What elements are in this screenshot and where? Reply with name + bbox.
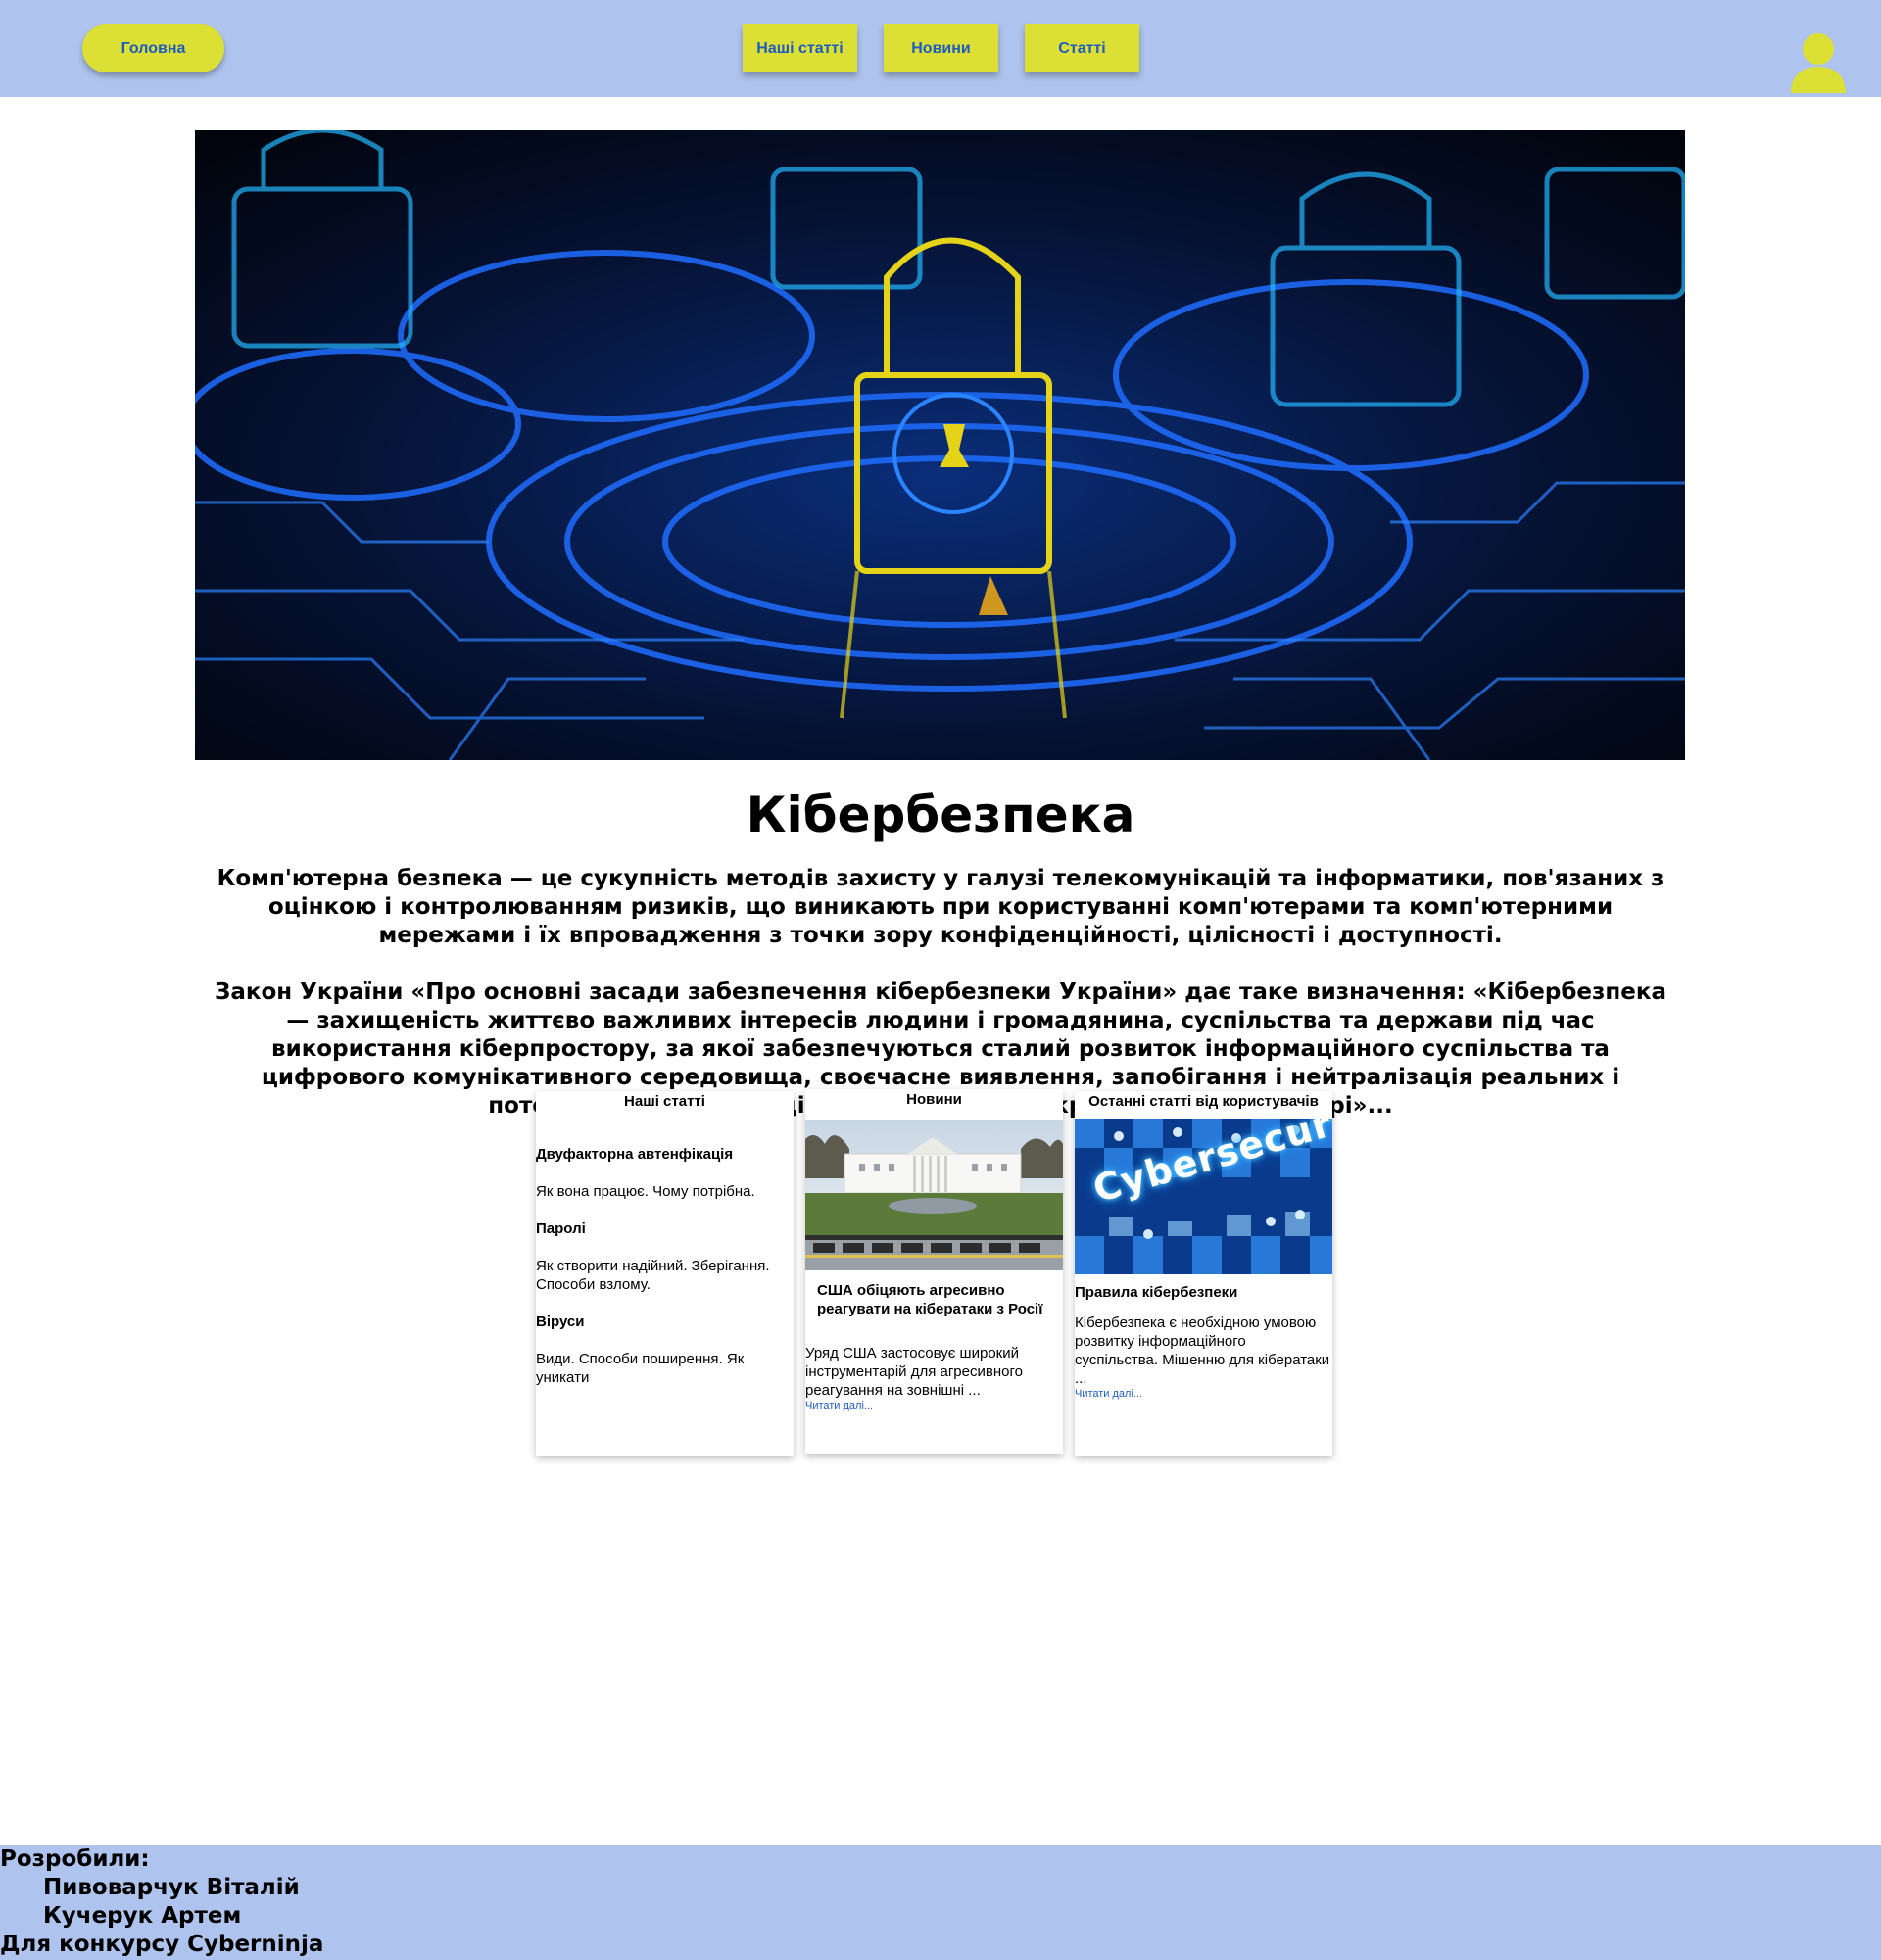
news-card: Новини США обіцяють агресивно реагувати … <box>805 1089 1063 1454</box>
footer-developed-by: Розробили: <box>0 1846 150 1872</box>
footer: Розробили: Пивоварчук Віталій Кучерук Ар… <box>0 1845 1881 1960</box>
our-articles-card: Наші статті Двуфакторна автенфікація Як … <box>536 1091 794 1456</box>
card-heading: Останні статті від користувачів <box>1088 1093 1319 1110</box>
news-read-more-link[interactable]: Читати далі... <box>805 1399 873 1412</box>
latest-articles-card: Останні статті від користувачів Cybersec… <box>1075 1091 1332 1456</box>
header: Головна Наші статті Новини Статті <box>0 0 1881 97</box>
card-heading: Наші статті <box>624 1093 705 1110</box>
nav-our-articles-button[interactable]: Наші статті <box>743 24 857 72</box>
article-title-passwords[interactable]: Паролі <box>536 1219 794 1238</box>
latest-image[interactable]: Cybersecurity <box>1075 1119 1332 1274</box>
footer-author-2: Кучерук Артем <box>43 1903 242 1929</box>
user-icon[interactable] <box>1789 32 1848 93</box>
footer-author-1: Пивоварчук Віталій <box>43 1875 300 1900</box>
news-desc: Уряд США застосовує широкий інструментар… <box>805 1345 1023 1399</box>
latest-desc: Кібербезпека є необхідною умовою розвитк… <box>1075 1315 1330 1387</box>
latest-read-more-link[interactable]: Читати далі... <box>1075 1387 1142 1401</box>
news-image[interactable] <box>805 1120 1063 1270</box>
article-title-2fa[interactable]: Двуфакторна автенфікація <box>536 1145 794 1164</box>
hero-image <box>195 130 1685 760</box>
footer-contest: Для конкурсу Cyberninja <box>0 1932 324 1957</box>
latest-title[interactable]: Правила кібербезпеки <box>1075 1283 1332 1302</box>
nav-articles-button[interactable]: Статті <box>1025 24 1139 72</box>
intro-paragraph-1: Комп'ютерна безпека — це сукупність мето… <box>217 866 1664 948</box>
intro-text: Комп'ютерна безпека — це сукупність мето… <box>201 865 1680 1121</box>
article-desc-passwords: Як створити надійний. Зберігання. Способ… <box>536 1258 770 1293</box>
page-title: Кібербезпека <box>746 787 1135 843</box>
article-desc-2fa: Як вона працює. Чому потрібна. <box>536 1183 755 1200</box>
card-heading: Новини <box>906 1091 962 1108</box>
nav-news-button[interactable]: Новини <box>884 24 998 72</box>
home-button[interactable]: Головна <box>82 24 224 72</box>
article-title-viruses[interactable]: Віруси <box>536 1313 794 1331</box>
news-title[interactable]: США обіцяють агресивно реагувати на кібе… <box>817 1281 1057 1318</box>
article-desc-viruses: Види. Способи поширення. Як уникати <box>536 1351 745 1386</box>
